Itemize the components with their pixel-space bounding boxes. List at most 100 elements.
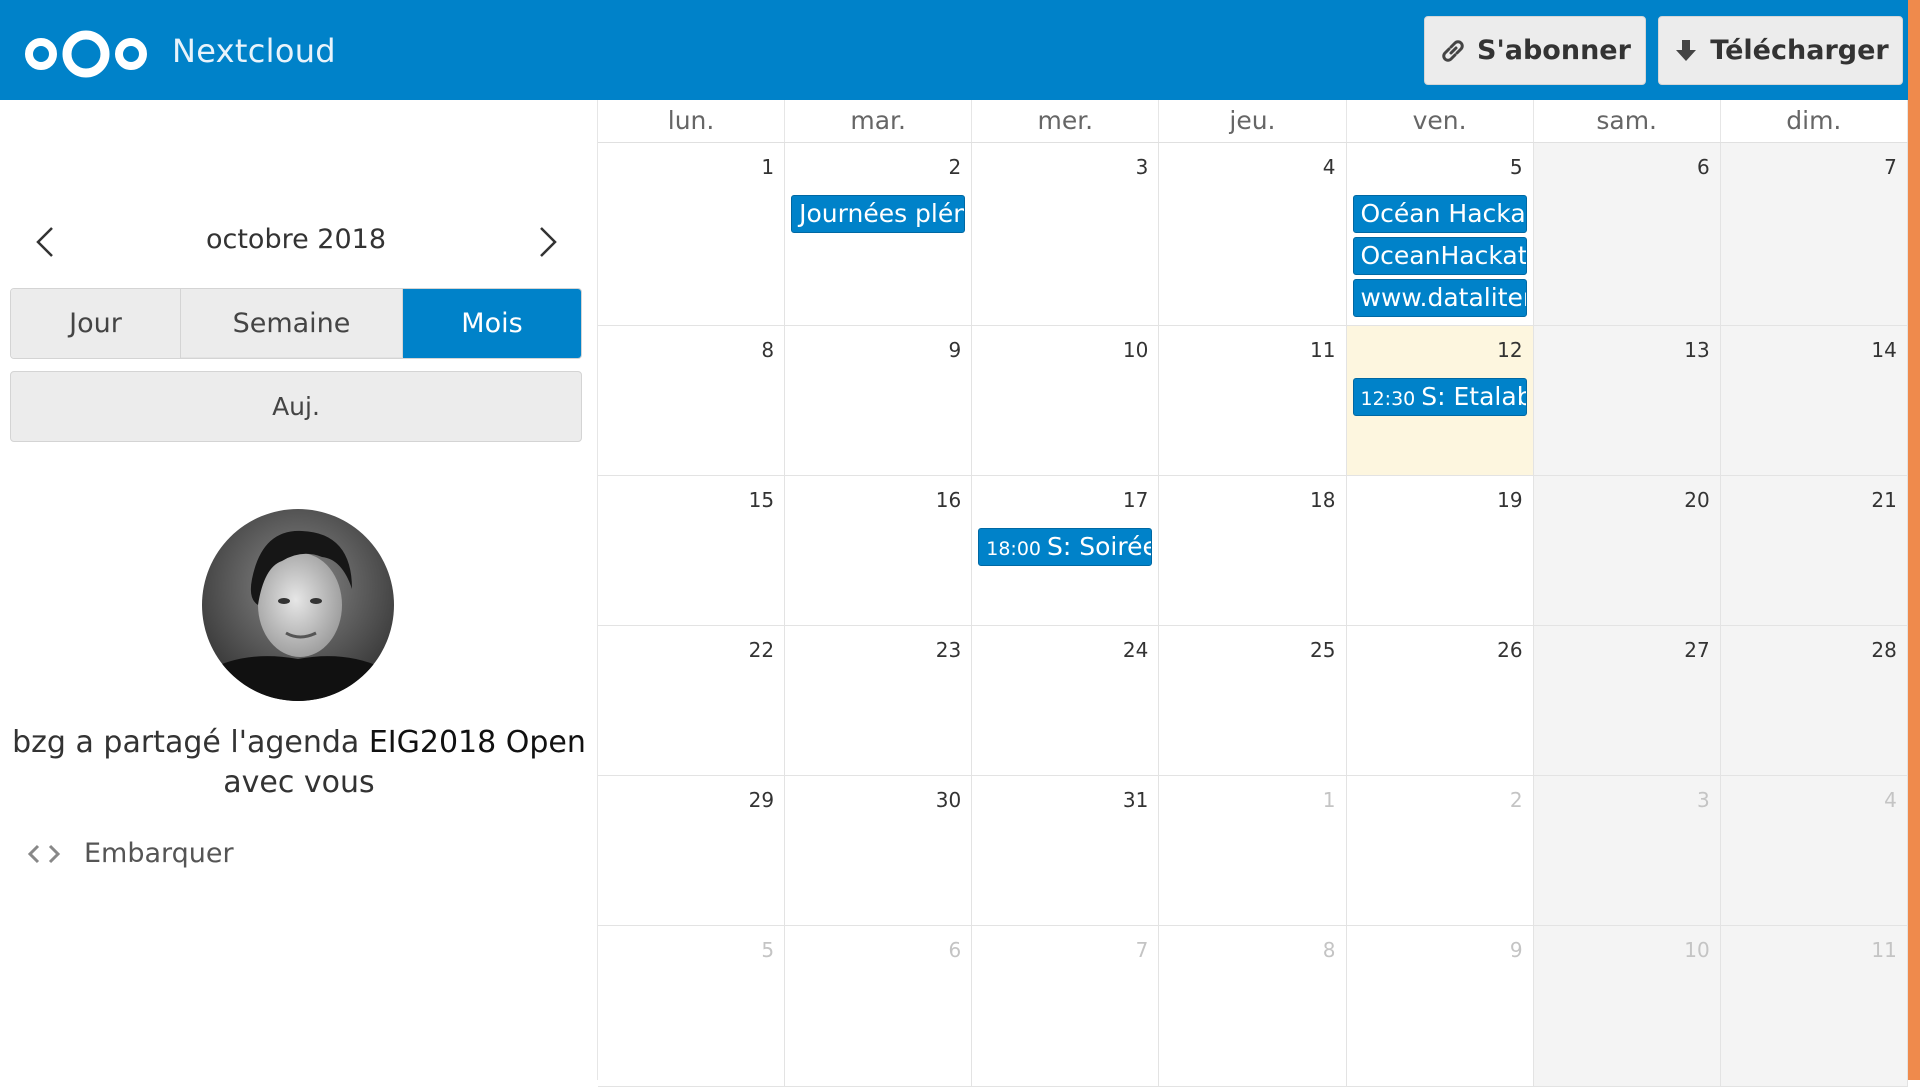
day-cell[interactable]: 15 [598,476,786,625]
day-cell[interactable]: 4 [1159,143,1347,325]
day-number: 7 [1884,155,1897,179]
shared-suffix: avec vous [223,765,375,800]
shared-calendar-name: EIG2018 Open [368,725,586,760]
view-week-button[interactable]: Semaine [181,289,403,358]
day-cell[interactable]: 8 [598,326,786,475]
day-number: 1 [761,155,775,179]
day-number: 5 [1509,155,1523,179]
day-number: 6 [948,938,962,962]
day-cell[interactable]: 10 [1533,926,1721,1086]
day-number: 8 [761,338,775,362]
week-row: 15 16 17 18:00 S: Soirée 18 19 20 21 [598,476,1908,626]
week-row: 29 30 31 1 2 3 4 [598,776,1908,926]
week-row: 22 23 24 25 26 27 28 [598,626,1908,776]
weekday-label: sam. [1534,100,1721,142]
window-edge-accent [1908,0,1920,1080]
day-cell[interactable]: 5 Océan Hackathon OceanHackathon www.datali… [1347,143,1534,325]
download-arrow-icon [1676,39,1697,61]
week-row: 1 2 Journées plénières 3 4 5 Océan Hackathon Oc… [598,143,1908,326]
day-number: 2 [948,155,962,179]
day-cell-today[interactable]: 12 12:30 S: Etalab [1346,326,1534,475]
day-number: 18 [1310,488,1336,512]
day-cell[interactable]: 10 [972,326,1160,475]
day-number: 28 [1871,638,1897,662]
calendar-event[interactable]: OceanHackathon [1352,237,1527,275]
day-cell[interactable]: 9 [1347,926,1534,1086]
calendar-event[interactable]: www.dataliteracy [1352,279,1527,317]
day-cell[interactable]: 29 [598,776,786,925]
day-cell[interactable]: 7 [972,926,1160,1086]
day-cell[interactable]: 8 [1159,926,1347,1086]
day-cell[interactable]: 21 [1720,476,1908,625]
day-cell[interactable]: 24 [972,626,1160,775]
next-month-button[interactable] [527,222,567,262]
calendar-event[interactable]: Journées plénières [791,195,966,233]
day-cell[interactable]: 2 [1347,776,1534,925]
day-cell[interactable]: 31 [972,776,1160,925]
day-number: 15 [748,488,775,512]
day-cell[interactable]: 18 [1159,476,1347,625]
day-number: 23 [935,638,962,662]
calendar-event[interactable]: Océan Hackathon [1352,195,1527,233]
day-cell[interactable]: 7 [1720,143,1908,325]
day-cell[interactable]: 5 [598,926,786,1086]
weekday-label: dim. [1721,100,1908,142]
day-cell[interactable]: 1 [598,143,786,325]
day-number: 4 [1884,788,1897,812]
day-number: 31 [1122,788,1149,812]
day-cell[interactable]: 22 [598,626,786,775]
day-cell[interactable]: 11 [1159,326,1347,475]
day-cell[interactable]: 3 [1533,776,1721,925]
shared-calendar-info: bzg a partagé l'agenda EIG2018 Open avec… [10,723,588,803]
day-number: 22 [748,638,775,662]
day-cell[interactable]: 1 [1159,776,1347,925]
day-cell[interactable]: 4 [1720,776,1908,925]
embed-label: Embarquer [84,838,234,869]
day-cell[interactable]: 19 [1347,476,1534,625]
day-cell[interactable]: 14 [1720,326,1908,475]
day-cell[interactable]: 2 Journées plénières [785,143,973,325]
day-cell[interactable]: 3 [972,143,1160,325]
day-cell[interactable]: 6 [785,926,973,1086]
today-button[interactable]: Auj. [10,371,582,442]
day-cell[interactable]: 27 [1533,626,1721,775]
day-number: 29 [748,788,775,812]
event-title: S: Etalab [1421,382,1527,411]
sidebar: octobre 2018 Jour Semaine Mois Auj. bzg … [0,100,598,1080]
subscribe-button[interactable]: S'abonner [1424,16,1646,85]
day-cell[interactable]: 13 [1533,326,1721,475]
view-day-button[interactable]: Jour [11,289,181,358]
day-cell[interactable]: 28 [1720,626,1908,775]
embed-button[interactable]: Embarquer [26,838,234,869]
view-month-button[interactable]: Mois [403,289,581,358]
nextcloud-logo[interactable] [24,29,148,79]
link-icon [1442,39,1464,62]
day-cell[interactable]: 17 18:00 S: Soirée [972,476,1160,625]
current-month-label: octobre 2018 [205,224,387,255]
event-time: 18:00 [986,538,1042,560]
day-number: 16 [935,488,962,512]
calendar-event[interactable]: 12:30 S: Etalab [1352,378,1527,416]
day-number: 7 [1135,938,1149,962]
weekday-label: mar. [785,100,973,142]
code-brackets-icon [27,844,61,863]
day-cell[interactable]: 20 [1533,476,1721,625]
day-cell[interactable]: 16 [785,476,973,625]
day-cell[interactable]: 6 [1533,143,1721,325]
day-cell[interactable]: 9 [785,326,973,475]
day-number: 21 [1871,488,1897,512]
day-cell[interactable]: 30 [785,776,973,925]
avatar [202,509,394,701]
day-number: 25 [1310,638,1336,662]
day-number: 11 [1871,938,1897,962]
download-button[interactable]: Télécharger [1658,16,1903,85]
day-cell[interactable]: 25 [1159,626,1347,775]
app-header: Nextcloud S'abonner Télécharger [0,0,1920,100]
view-switcher: Jour Semaine Mois [10,288,582,359]
day-cell[interactable]: 23 [785,626,973,775]
calendar-event[interactable]: 18:00 S: Soirée [978,528,1153,566]
day-cell[interactable]: 26 [1347,626,1534,775]
day-number: 20 [1684,488,1710,512]
day-cell[interactable]: 11 [1720,926,1908,1086]
event-title: Océan Hackathon [1360,199,1526,228]
